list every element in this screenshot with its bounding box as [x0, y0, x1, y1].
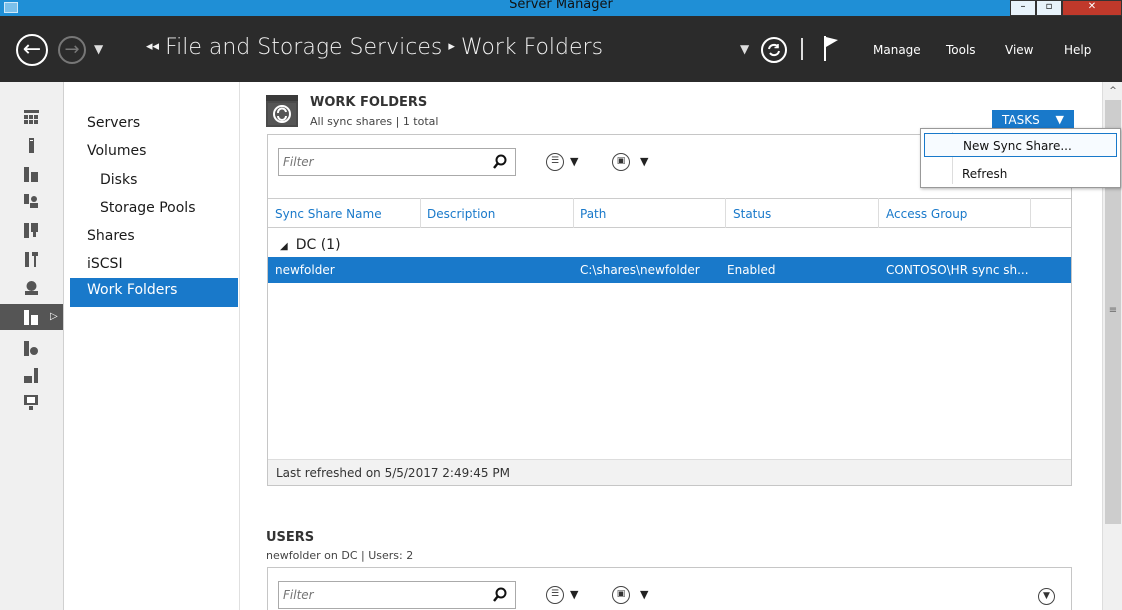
local-server-icon[interactable] — [24, 138, 39, 153]
forward-button[interactable]: → — [58, 36, 86, 64]
menu-help[interactable]: Help — [1064, 43, 1091, 57]
last-refreshed-text: Last refreshed on 5/5/2017 2:49:45 PM — [276, 466, 510, 480]
list-view-chevron-down-icon[interactable]: ▼ — [570, 155, 578, 168]
col-sync-share-name[interactable]: Sync Share Name — [275, 207, 382, 221]
save-query-chevron-down-icon[interactable]: ▼ — [640, 588, 648, 601]
users-filter-box — [278, 581, 516, 609]
column-divider — [420, 198, 421, 228]
wsus-icon[interactable] — [24, 395, 39, 410]
tasks-button[interactable]: TASKS ▼ — [992, 110, 1074, 130]
users-filter-input[interactable] — [283, 586, 483, 604]
remote-access-icon[interactable] — [24, 368, 39, 383]
menu-item-new-sync-share[interactable]: New Sync Share... — [924, 133, 1117, 157]
breadcrumb-file-storage[interactable]: File and Storage Services — [165, 35, 442, 60]
ad-ds-icon[interactable] — [24, 194, 39, 209]
back-button[interactable]: ← — [16, 34, 48, 66]
rail-expand-icon[interactable]: ▷ — [50, 311, 58, 322]
history-dropdown-icon[interactable]: ▼ — [94, 42, 103, 56]
hyper-v-icon[interactable] — [24, 280, 39, 295]
save-query-icon[interactable]: ▣ — [612, 153, 630, 171]
col-path[interactable]: Path — [580, 207, 606, 221]
work-folders-title: WORK FOLDERS — [310, 95, 428, 110]
refresh-dropdown-icon[interactable]: ▼ — [740, 42, 749, 56]
sidebar-item-disks[interactable]: Disks — [100, 172, 137, 188]
cell-status: Enabled — [727, 263, 776, 277]
iis-icon[interactable] — [24, 341, 39, 356]
col-status[interactable]: Status — [733, 207, 771, 221]
cell-name: newfolder — [275, 263, 335, 277]
save-query-chevron-down-icon[interactable]: ▼ — [640, 155, 648, 168]
all-servers-icon[interactable] — [24, 167, 39, 182]
breadcrumb-work-folders: Work Folders — [460, 35, 604, 60]
column-divider — [725, 198, 726, 228]
menu-view[interactable]: View — [1005, 43, 1033, 57]
users-panel: ☰ ▼ ▣ ▼ ▼ — [267, 567, 1072, 610]
save-query-icon[interactable]: ▣ — [612, 586, 630, 604]
cell-access-group: CONTOSO\HR sync sh... — [886, 263, 1029, 277]
filter-box — [278, 148, 516, 176]
maximize-button[interactable]: ▫ — [1036, 0, 1062, 16]
column-divider — [878, 198, 879, 228]
breadcrumb: ◂◂ File and Storage Services ▸ Work Folders — [146, 35, 603, 60]
tasks-label: TASKS — [1002, 113, 1040, 127]
group-label: DC (1) — [295, 237, 341, 253]
header-bar: ← → ▼ ◂◂ File and Storage Services ▸ Work F… — [0, 16, 1122, 82]
close-button[interactable]: ✕ — [1062, 0, 1122, 16]
window-title: Server Manager — [509, 0, 613, 12]
menu-manage[interactable]: Manage — [873, 43, 921, 57]
filter-input[interactable] — [283, 153, 483, 171]
search-icon[interactable] — [493, 587, 507, 603]
sidebar-item-storage-pools[interactable]: Storage Pools — [100, 200, 195, 216]
dns-icon[interactable] — [24, 223, 39, 238]
sidebar-item-work-folders[interactable]: Work Folders — [70, 278, 238, 307]
tasks-chevron-down-icon: ▼ — [1055, 113, 1064, 126]
status-strip: Last refreshed on 5/5/2017 2:49:45 PM — [268, 459, 1071, 485]
sidebar-item-label: Work Folders — [87, 282, 178, 298]
title-bar: Server Manager – ▫ ✕ — [0, 0, 1122, 16]
icon-rail: ▷ — [0, 82, 64, 610]
col-access-group[interactable]: Access Group — [886, 207, 967, 221]
notifications-flag-icon[interactable] — [822, 34, 842, 62]
expand-chevron-down-icon[interactable]: ▼ — [1038, 588, 1055, 605]
tasks-menu: New Sync Share... Refresh — [920, 128, 1121, 188]
work-folders-subtitle: All sync shares | 1 total — [310, 115, 439, 128]
group-header[interactable]: ◢ DC (1) — [280, 237, 341, 253]
users-subtitle: newfolder on DC | Users: 2 — [266, 549, 414, 562]
users-title: USERS — [266, 530, 315, 545]
menu-tools[interactable]: Tools — [946, 43, 976, 57]
scroll-up-icon[interactable]: ^ — [1107, 86, 1119, 98]
col-description[interactable]: Description — [427, 207, 495, 221]
breadcrumb-separator-icon: ▸ — [448, 39, 455, 54]
list-view-chevron-down-icon[interactable]: ▼ — [570, 588, 578, 601]
file-services-icon[interactable] — [24, 252, 39, 267]
cell-path: C:\shares\newfolder — [580, 263, 700, 277]
sidebar-item-volumes[interactable]: Volumes — [87, 143, 146, 159]
search-icon[interactable] — [493, 154, 507, 170]
table-row[interactable]: newfolder C:\shares\newfolder Enabled CO… — [268, 257, 1071, 283]
list-view-icon[interactable]: ☰ — [546, 586, 564, 604]
header-divider — [801, 38, 803, 60]
sidebar-item-iscsi[interactable]: iSCSI — [87, 256, 123, 272]
minimize-button[interactable]: – — [1010, 0, 1036, 16]
breadcrumb-arrows-icon[interactable]: ◂◂ — [146, 39, 159, 54]
menu-item-refresh[interactable]: Refresh — [924, 162, 1117, 186]
list-view-icon[interactable]: ☰ — [546, 153, 564, 171]
work-folders-tile-icon — [266, 95, 298, 127]
file-storage-icon[interactable] — [24, 310, 39, 325]
sidebar-item-shares[interactable]: Shares — [87, 228, 135, 244]
sidebar-item-servers[interactable]: Servers — [87, 115, 140, 131]
dashboard-icon[interactable] — [24, 110, 39, 125]
refresh-icon[interactable] — [760, 36, 788, 64]
column-divider — [1030, 198, 1031, 228]
column-divider — [573, 198, 574, 228]
collapse-triangle-icon[interactable]: ◢ — [280, 241, 288, 252]
sidebar: Servers Volumes Disks Storage Pools Shar… — [64, 82, 240, 610]
scroll-grip-icon: ≡ — [1108, 305, 1118, 316]
